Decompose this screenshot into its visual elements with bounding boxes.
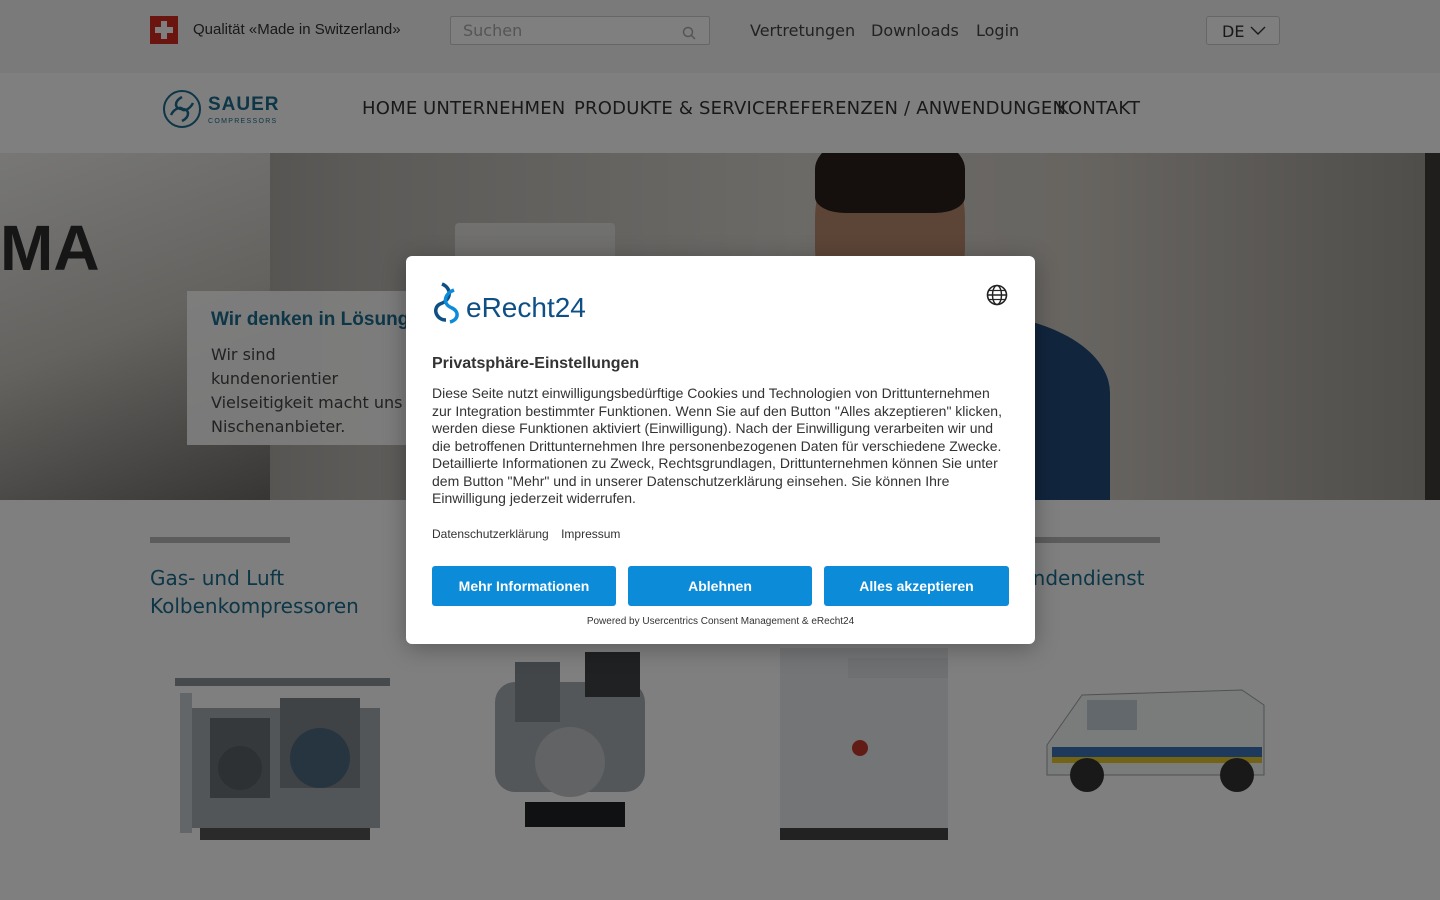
- privacy-policy-link[interactable]: Datenschutzerklärung: [432, 527, 549, 541]
- modal-body-text: Diese Seite nutzt einwilligungsbedürftig…: [432, 385, 1002, 506]
- accept-all-button[interactable]: Alles akzeptieren: [824, 566, 1009, 606]
- decline-button[interactable]: Ablehnen: [628, 566, 812, 606]
- consent-modal: eRecht24 Privatsphäre-Einstellungen Dies…: [406, 256, 1035, 644]
- imprint-link[interactable]: Impressum: [561, 527, 620, 541]
- erecht24-logo: eRecht24: [432, 282, 602, 324]
- more-information-button[interactable]: Mehr Informationen: [432, 566, 616, 606]
- erecht24-logo-icon: [434, 282, 459, 324]
- erecht24-brand: eRecht24: [466, 292, 586, 323]
- modal-heading: Privatsphäre-Einstellungen: [432, 355, 640, 372]
- modal-links: Datenschutzerklärung Impressum: [432, 527, 629, 541]
- powered-by-text: Powered by Usercentrics Consent Manageme…: [586, 616, 855, 627]
- globe-icon[interactable]: [986, 284, 1008, 306]
